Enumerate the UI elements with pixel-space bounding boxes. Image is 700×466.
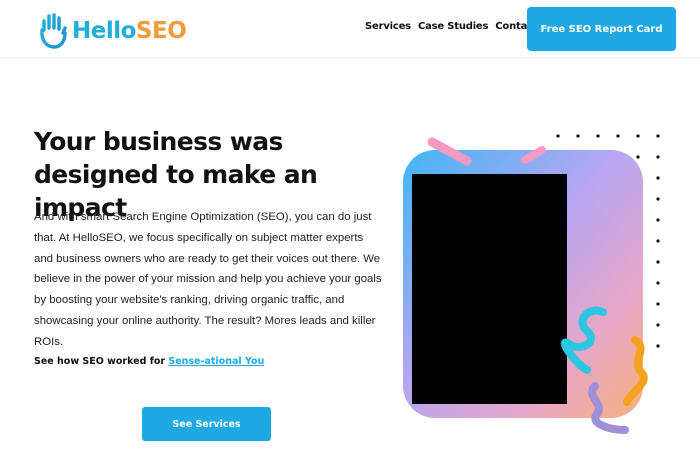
logo-wordmark: HelloSEO [72,18,187,44]
main-nav: Services Case Studies Contact [365,21,538,32]
nav-case-studies[interactable]: Case Studies [418,21,489,32]
logo[interactable]: HelloSEO [38,11,187,51]
hero-body: And with smart Search Engine Optimizatio… [34,211,382,348]
logo-seo: SEO [135,18,187,44]
free-seo-report-button[interactable]: Free SEO Report Card [527,7,676,51]
see-how-prefix: See how SEO worked for [34,356,169,367]
case-study-link[interactable]: Sense-ational You [168,356,264,367]
redacted-photo [412,174,567,404]
site-header: HelloSEO Services Case Studies Contact F… [0,0,700,58]
nav-services[interactable]: Services [365,21,411,32]
hand-icon [40,13,67,49]
hero-illustration [403,134,660,434]
logo-hello: Hello [72,18,136,44]
see-how-line: See how SEO worked for Sense-ational You [34,356,264,367]
see-services-button[interactable]: See Services [142,407,271,441]
